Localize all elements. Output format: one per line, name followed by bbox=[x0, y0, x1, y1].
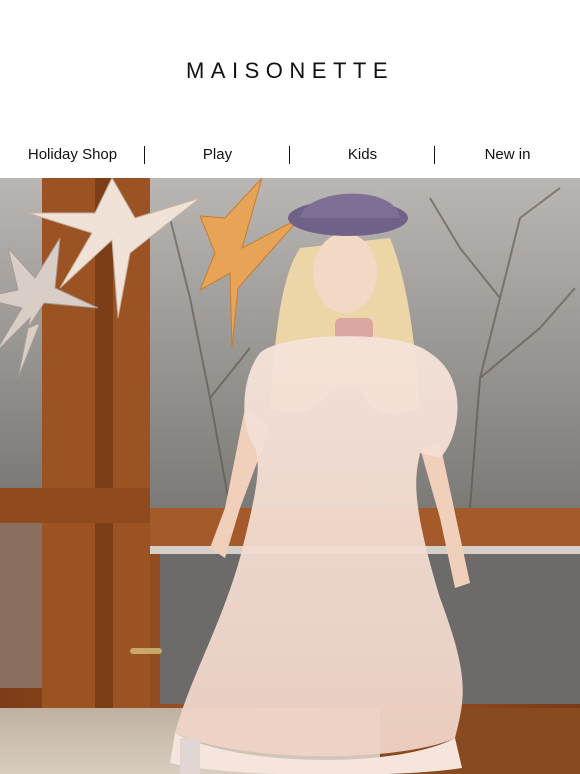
nav-item-play[interactable]: Play bbox=[145, 145, 290, 165]
girl-face bbox=[313, 233, 377, 313]
window-frame-rail bbox=[0, 488, 150, 523]
header: MAISONETTE bbox=[0, 0, 580, 132]
brand-logo[interactable]: MAISONETTE bbox=[186, 58, 394, 84]
nav-item-kids[interactable]: Kids bbox=[290, 145, 435, 165]
window-frame-post bbox=[95, 178, 113, 774]
nav-item-new-in[interactable]: New in bbox=[435, 145, 580, 165]
nav-item-holiday-shop[interactable]: Holiday Shop bbox=[0, 145, 145, 165]
hero-image[interactable] bbox=[0, 178, 580, 774]
main-nav: Holiday Shop Play Kids New in bbox=[0, 132, 580, 178]
hero-photo bbox=[0, 178, 580, 774]
girl-leg bbox=[180, 738, 200, 774]
door-handle bbox=[130, 648, 162, 654]
